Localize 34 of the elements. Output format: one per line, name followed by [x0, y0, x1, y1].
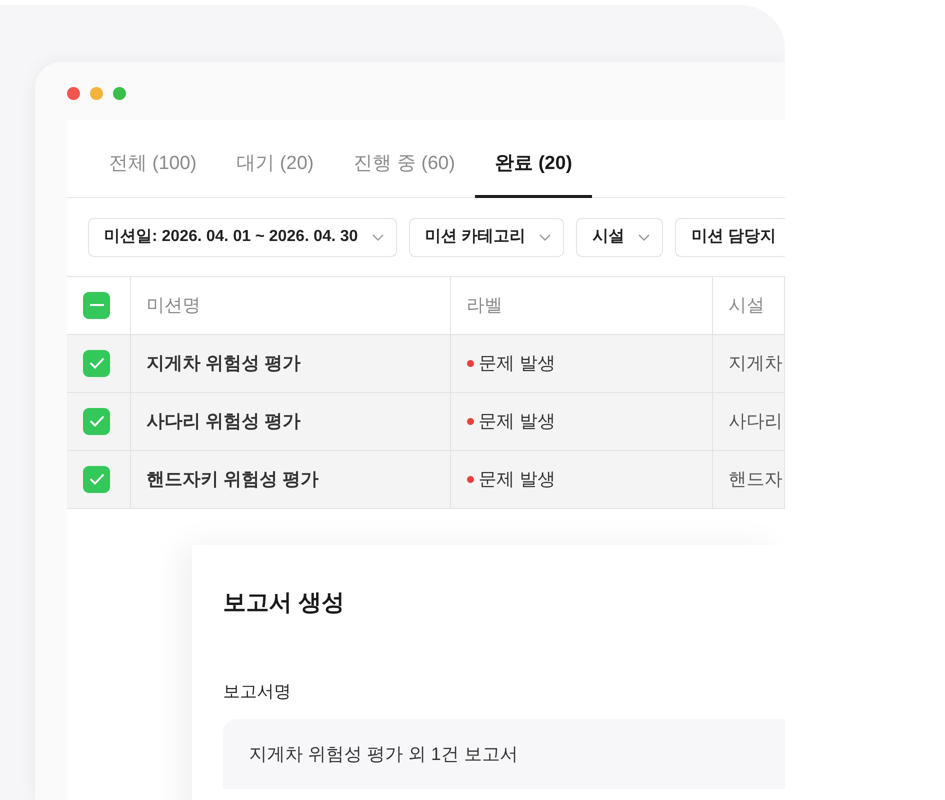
check-icon	[88, 415, 104, 427]
checkbox[interactable]	[83, 466, 110, 492]
report-name-field[interactable]: 지게차 위험성 평가 외 1건 보고서	[223, 718, 785, 788]
column-header: 시설	[712, 276, 784, 334]
dialog-title: 보고서 생성	[223, 588, 346, 616]
field-label: 보고서명	[223, 681, 292, 703]
table-cell: 지게차	[712, 334, 784, 392]
checkbox[interactable]	[83, 350, 110, 376]
table-cell: 지게차 위험성 평가	[130, 334, 450, 392]
chevron-icon	[372, 234, 384, 240]
label-text: 문제 발생	[478, 352, 556, 372]
table-cell: 사다리 위험성 평가	[130, 392, 450, 450]
tab[interactable]: 완료 (20)	[475, 134, 592, 198]
close-button[interactable]	[67, 87, 80, 100]
table-cell: 사다리	[712, 392, 784, 450]
maximize-button[interactable]	[113, 87, 126, 100]
minimize-button[interactable]	[90, 87, 103, 100]
label-text: 문제 발생	[478, 410, 556, 430]
minus-icon	[90, 304, 104, 306]
check-icon	[88, 473, 104, 485]
column-header: 미션명	[130, 276, 450, 334]
chevron-icon	[539, 234, 552, 240]
column-header: 라벨	[450, 276, 712, 334]
filter-dropdown[interactable]: 미션 카테고리	[408, 218, 564, 256]
checkbox[interactable]	[83, 408, 110, 434]
table-cell: 핸드자키 위험성 평가	[130, 450, 450, 508]
checkbox[interactable]	[83, 292, 110, 318]
check-icon	[88, 357, 104, 369]
chevron-icon	[638, 234, 650, 240]
filter-dropdown[interactable]: 미션일: 2026. 04. 01 ~ 2026. 04. 30	[88, 218, 397, 256]
filter-dropdown[interactable]: 미션 담당지	[675, 218, 785, 256]
label-text: 문제 발생	[478, 468, 556, 488]
table-cell: 핸드자	[712, 450, 784, 508]
filter-dropdown[interactable]: 시설	[576, 218, 664, 256]
